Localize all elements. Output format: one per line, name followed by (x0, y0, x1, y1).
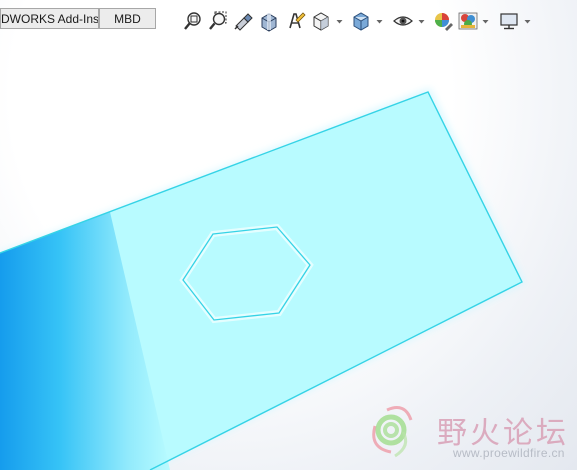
forum-watermark: 野火论坛 www.proewildfire.cn (365, 400, 577, 470)
forum-logo-icon (372, 406, 413, 458)
view-orientation-icon[interactable] (310, 10, 332, 32)
previous-view-icon[interactable] (232, 10, 254, 32)
display-style-icon[interactable] (350, 10, 372, 32)
chevron-down-icon[interactable] (336, 19, 343, 25)
heads-up-view-toolbar (182, 10, 542, 34)
tab-mbd[interactable]: MBD (99, 8, 156, 28)
chevron-down-icon[interactable] (524, 19, 531, 25)
chevron-down-icon[interactable] (376, 19, 383, 25)
command-manager-tabs: DWORKS Add-Ins MBD (0, 0, 160, 29)
dynamic-annotation-views-icon[interactable] (284, 10, 306, 32)
zoom-to-fit-icon[interactable] (182, 10, 204, 32)
section-view-icon[interactable] (258, 10, 280, 32)
apply-scene-icon[interactable] (457, 10, 479, 32)
chevron-down-icon[interactable] (482, 19, 489, 25)
view-settings-icon[interactable] (498, 10, 520, 32)
chevron-down-icon[interactable] (418, 19, 425, 25)
hide-show-items-icon[interactable] (392, 10, 414, 32)
zoom-to-area-icon[interactable] (207, 10, 229, 32)
edit-appearance-icon[interactable] (432, 10, 454, 32)
tab-divider (0, 28, 156, 29)
tab-solidworks-add-ins[interactable]: DWORKS Add-Ins (0, 8, 99, 28)
watermark-url: www.proewildfire.cn (453, 446, 565, 460)
